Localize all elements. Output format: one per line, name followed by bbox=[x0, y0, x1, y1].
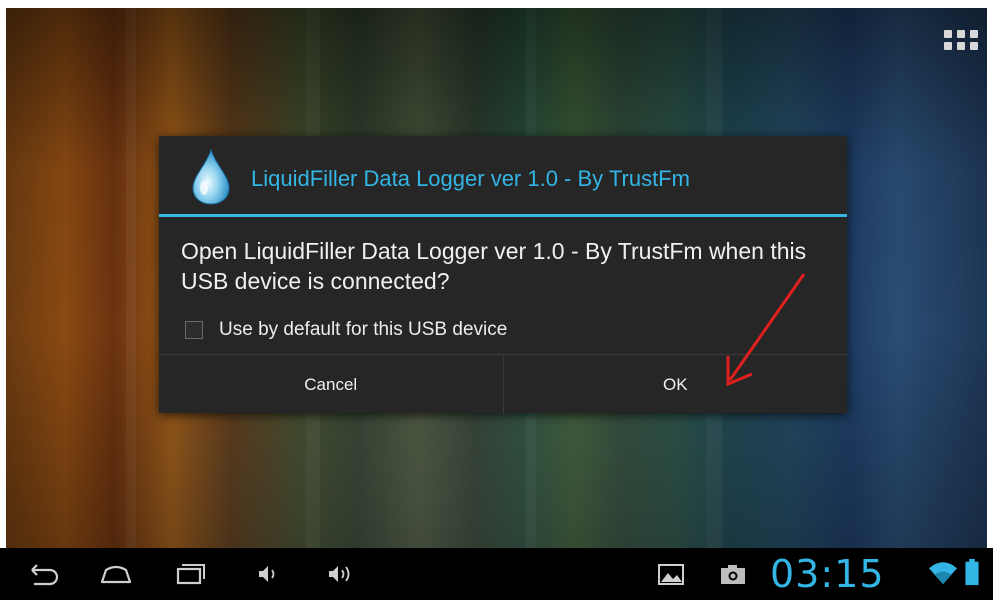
cancel-button[interactable]: Cancel bbox=[159, 355, 503, 414]
system-navigation-bar: 03:15 bbox=[0, 548, 993, 600]
dialog-title-divider bbox=[159, 214, 847, 217]
use-by-default-checkbox[interactable]: Use by default for this USB device bbox=[185, 318, 507, 342]
image-icon[interactable] bbox=[656, 560, 686, 588]
status-clock: 03:15 bbox=[770, 552, 885, 596]
dialog-header: LiquidFiller Data Logger ver 1.0 - By Tr… bbox=[159, 136, 847, 214]
back-icon[interactable] bbox=[26, 560, 62, 588]
wifi-icon bbox=[929, 562, 957, 585]
screenshot-frame: LiquidFiller Data Logger ver 1.0 - By Tr… bbox=[0, 0, 993, 600]
apps-grid-icon[interactable] bbox=[944, 30, 980, 58]
dialog-title: LiquidFiller Data Logger ver 1.0 - By Tr… bbox=[251, 166, 690, 191]
home-icon[interactable] bbox=[98, 560, 134, 588]
recent-apps-icon[interactable] bbox=[172, 560, 208, 588]
red-annotation-arrow-icon bbox=[726, 273, 806, 387]
camera-icon[interactable] bbox=[718, 560, 748, 588]
battery-icon bbox=[965, 558, 979, 586]
checkbox-box[interactable] bbox=[185, 321, 203, 339]
checkbox-label: Use by default for this USB device bbox=[219, 319, 508, 340]
volume-up-icon[interactable] bbox=[325, 560, 357, 588]
water-drop-icon bbox=[192, 148, 230, 205]
volume-down-icon[interactable] bbox=[255, 560, 281, 588]
